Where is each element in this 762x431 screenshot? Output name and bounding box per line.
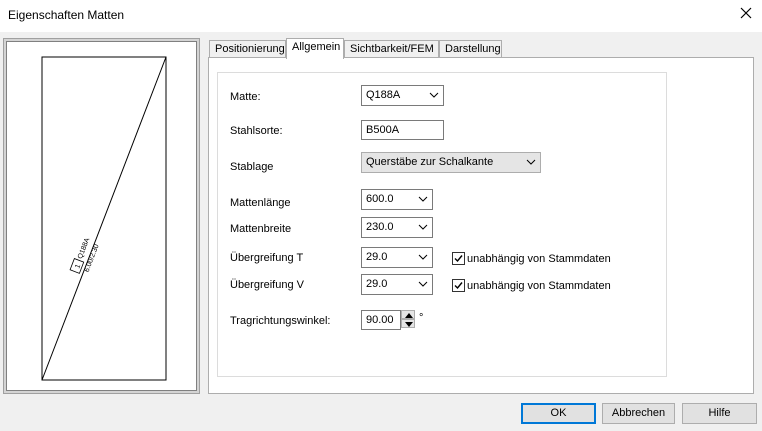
chevron-down-icon xyxy=(418,222,428,232)
stahlsorte-label: Stahlsorte: xyxy=(230,125,283,137)
stahlsorte-field[interactable]: B500A xyxy=(361,120,444,140)
window-title: Eigenschaften Matten xyxy=(8,8,125,22)
close-icon[interactable] xyxy=(738,5,754,21)
matte-dropdown[interactable]: Q188A xyxy=(361,85,444,106)
title-bar: Eigenschaften Matten xyxy=(0,0,762,32)
mat-preview-drawing: 1 Q188A 6.00/2.30 xyxy=(41,56,167,381)
mattenlaenge-dropdown[interactable]: 600.0 xyxy=(361,189,433,210)
spin-down-button[interactable] xyxy=(401,319,415,328)
matte-label: Matte: xyxy=(230,91,261,103)
stablage-value: Querstäbe zur Schalkante xyxy=(366,156,494,168)
tragrichtung-unit: ° xyxy=(419,312,424,324)
uebergreifung-v-checkbox[interactable] xyxy=(452,279,465,292)
uebergreifung-v-label: Übergreifung V xyxy=(230,279,304,291)
uebergreifung-t-dropdown[interactable]: 29.0 xyxy=(361,247,433,268)
uebergreifung-v-dropdown[interactable]: 29.0 xyxy=(361,274,433,295)
tab-positionierung[interactable]: Positionierung xyxy=(209,40,286,58)
tab-darstellung[interactable]: Darstellung xyxy=(439,40,502,58)
stahlsorte-value: B500A xyxy=(366,124,400,136)
uebergreifung-t-checkbox-label[interactable]: unabhängig von Stammdaten xyxy=(467,253,611,265)
mat-preview-panel: 1 Q188A 6.00/2.30 xyxy=(3,38,200,394)
mattenbreite-label: Mattenbreite xyxy=(230,223,292,235)
mattenbreite-dropdown[interactable]: 230.0 xyxy=(361,217,433,238)
mat-preview-canvas: 1 Q188A 6.00/2.30 xyxy=(6,41,197,391)
uebergreifung-t-label: Übergreifung T xyxy=(230,252,304,264)
matte-value: Q188A xyxy=(366,89,401,101)
chevron-down-icon xyxy=(418,194,428,204)
tragrichtung-field[interactable]: 90.00 xyxy=(361,310,401,330)
cancel-button[interactable]: Abbrechen xyxy=(602,403,675,424)
checkmark-icon xyxy=(454,282,463,290)
tab-sichtbarkeit-fem[interactable]: Sichtbarkeit/FEM xyxy=(344,40,439,58)
ok-button[interactable]: OK xyxy=(521,403,596,424)
uebergreifung-t-value: 29.0 xyxy=(366,251,388,263)
mattenlaenge-label: Mattenlänge xyxy=(230,197,291,209)
help-button[interactable]: Hilfe xyxy=(682,403,757,424)
uebergreifung-v-value: 29.0 xyxy=(366,278,388,290)
stablage-label: Stablage xyxy=(230,161,274,173)
chevron-down-icon xyxy=(429,90,439,100)
checkmark-icon xyxy=(454,255,463,263)
tragrichtung-label: Tragrichtungswinkel: xyxy=(230,315,331,327)
mat-diagonal xyxy=(41,56,167,381)
tragrichtung-value: 90.00 xyxy=(366,314,394,326)
tab-allgemein[interactable]: Allgemein xyxy=(286,38,344,59)
uebergreifung-v-checkbox-label[interactable]: unabhängig von Stammdaten xyxy=(467,280,611,292)
stablage-dropdown[interactable]: Querstäbe zur Schalkante xyxy=(361,152,541,173)
triangle-down-icon xyxy=(405,322,413,327)
uebergreifung-t-checkbox[interactable] xyxy=(452,252,465,265)
chevron-down-icon xyxy=(526,157,536,167)
chevron-down-icon xyxy=(418,252,428,262)
chevron-down-icon xyxy=(418,279,428,289)
spin-up-button[interactable] xyxy=(401,310,415,319)
mattenlaenge-value: 600.0 xyxy=(366,193,394,205)
triangle-up-icon xyxy=(405,313,413,318)
mattenbreite-value: 230.0 xyxy=(366,221,394,233)
